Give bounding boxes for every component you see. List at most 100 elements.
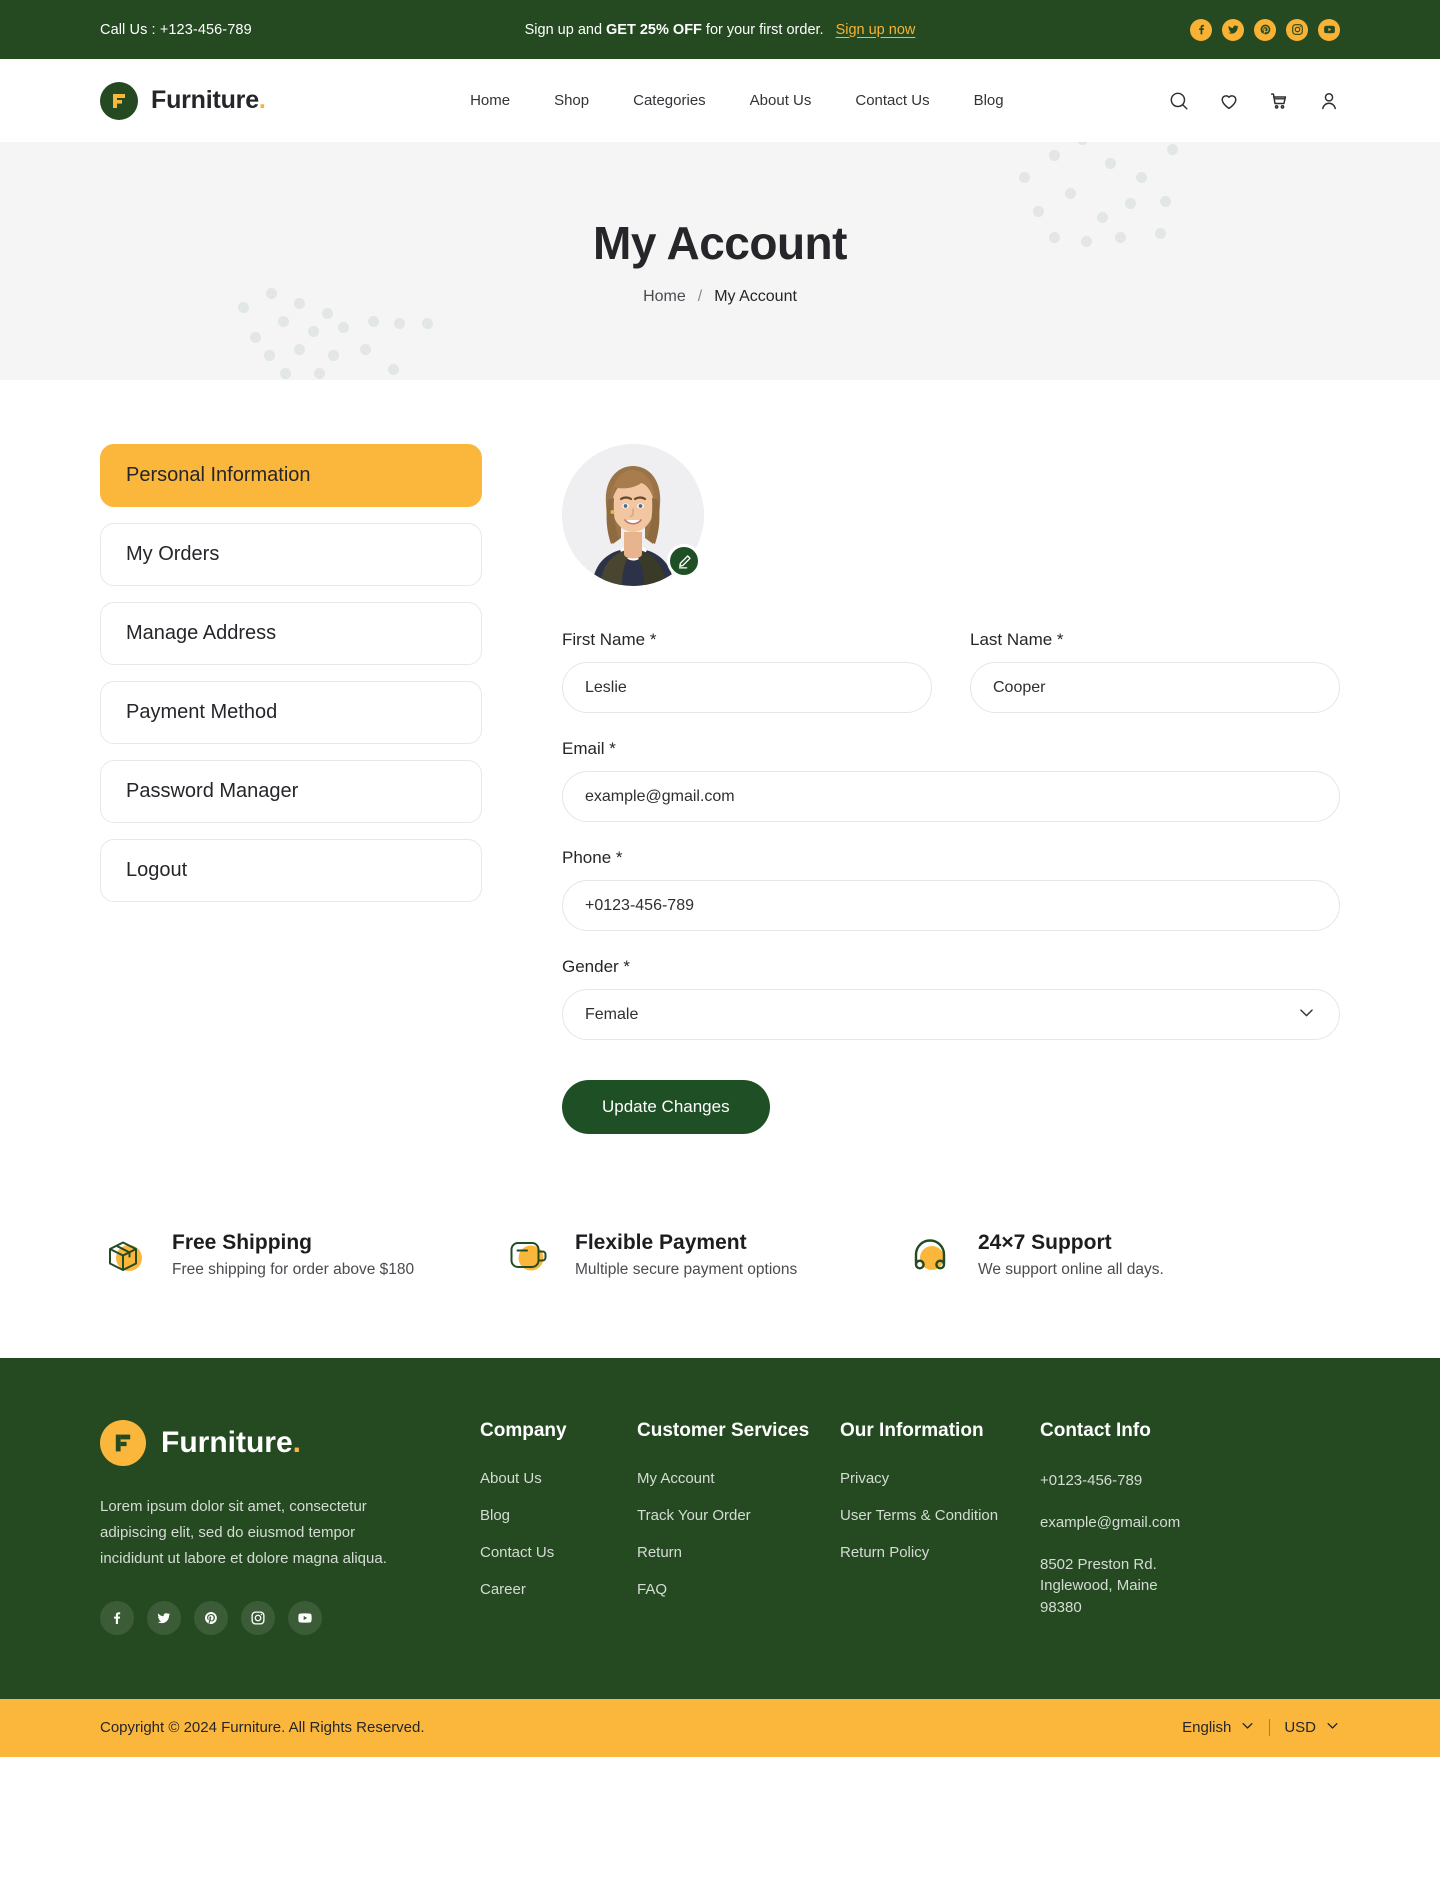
footer-logo[interactable]: Furniture. [100,1420,480,1466]
feature-text: Flexible Payment Multiple secure payment… [575,1231,797,1279]
pinterest-icon[interactable] [194,1601,228,1636]
footer-contact-phone[interactable]: +0123-456-789 [1040,1470,1340,1492]
footer-contact-email[interactable]: example@gmail.com [1040,1512,1340,1534]
call-us-text: Call Us : +123-456-789 [100,22,252,38]
sidebar-item-my-orders[interactable]: My Orders [100,523,482,586]
sidebar-item-payment-method[interactable]: Payment Method [100,681,482,744]
site-header: Furniture. Home Shop Categories About Us… [0,59,1440,142]
footer-column-customer-services: Customer Services My Account Track Your … [637,1420,840,1618]
footer-link-user-terms[interactable]: User Terms & Condition [840,1507,1040,1524]
feature-support: 24×7 Support We support online all days. [906,1230,1309,1280]
gender-select-wrapper [562,989,1340,1040]
phone-input[interactable] [562,880,1340,931]
gender-select[interactable] [562,989,1340,1040]
search-icon[interactable] [1168,90,1190,112]
chevron-down-icon [1325,1718,1340,1737]
footer-link-track-your-order[interactable]: Track Your Order [637,1507,840,1524]
nav-item-shop[interactable]: Shop [554,92,589,109]
last-name-label: Last Name * [970,630,1064,649]
pinterest-icon[interactable] [1254,18,1276,41]
feature-free-shipping: Free Shipping Free shipping for order ab… [100,1230,503,1280]
sidebar-item-label: My Orders [126,543,220,565]
first-name-input[interactable] [562,662,932,713]
promo-suffix: for your first order. [705,21,824,38]
currency-selector[interactable]: USD [1284,1718,1340,1737]
feature-text: 24×7 Support We support online all days. [978,1231,1164,1279]
language-value: English [1182,1719,1232,1737]
page-hero: My Account Home / My Account [0,142,1440,380]
breadcrumb: Home / My Account [643,288,797,306]
sidebar-item-manage-address[interactable]: Manage Address [100,602,482,665]
nav-item-contact-us[interactable]: Contact Us [855,92,929,109]
wishlist-heart-icon[interactable] [1218,90,1240,112]
email-group: Email * [562,739,1340,822]
decorative-dots-bottom-left [230,288,450,380]
footer-column-contact-info: Contact Info +0123-456-789 example@gmail… [1040,1420,1340,1639]
locale-selectors: English USD [1182,1718,1340,1737]
header-action-icons [1168,90,1340,112]
twitter-icon[interactable] [147,1601,181,1636]
footer-link-contact-us[interactable]: Contact Us [480,1544,637,1561]
decorative-dots-top-right [1005,142,1185,247]
locale-divider [1269,1719,1271,1737]
twitter-icon[interactable] [1222,18,1244,41]
footer-brand-block: Furniture. Lorem ipsum dolor sit amet, c… [100,1420,480,1636]
footer-column-our-information: Our Information Privacy User Terms & Con… [840,1420,1040,1581]
footer-link-privacy[interactable]: Privacy [840,1470,1040,1487]
account-page: Call Us : +123-456-789 Sign up and GET 2… [0,0,1440,1757]
site-logo[interactable]: Furniture. [100,81,266,120]
cart-icon[interactable] [1268,90,1290,112]
account-main: Personal Information My Orders Manage Ad… [100,380,1340,1230]
email-label: Email * [562,739,616,758]
footer-logo-word: Furniture [161,1426,293,1459]
call-us-phone[interactable]: +123-456-789 [160,22,252,38]
footer-link-return[interactable]: Return [637,1544,840,1561]
instagram-icon[interactable] [1286,18,1308,41]
footer-link-blog[interactable]: Blog [480,1507,637,1524]
nav-item-about-us[interactable]: About Us [750,92,812,109]
promo-discount: GET 25% OFF [606,21,702,38]
breadcrumb-separator: / [697,288,703,305]
footer-link-about-us[interactable]: About Us [480,1470,637,1487]
facebook-icon[interactable] [100,1601,134,1636]
youtube-icon[interactable] [288,1601,322,1636]
update-changes-button[interactable]: Update Changes [562,1080,770,1134]
nav-item-blog[interactable]: Blog [974,92,1004,109]
edit-avatar-icon[interactable] [667,544,701,578]
footer-contact-address: 8502 Preston Rd. Inglewood, Maine 98380 [1040,1555,1158,1617]
footer-logo-dot: . [292,1426,302,1459]
sidebar-item-personal-information[interactable]: Personal Information [100,444,482,507]
footer-link-career[interactable]: Career [480,1581,637,1598]
email-input[interactable] [562,771,1340,822]
promo-prefix: Sign up and [524,21,603,38]
footer-link-my-account[interactable]: My Account [637,1470,840,1487]
footer-link-return-policy[interactable]: Return Policy [840,1544,1040,1561]
footer-logo-text: Furniture. [161,1426,301,1460]
promo-message: Sign up and GET 25% OFF for your first o… [525,22,916,38]
nav-item-home[interactable]: Home [470,92,510,109]
breadcrumb-current: My Account [714,288,797,305]
chevron-down-icon [1240,1718,1255,1737]
topbar-social-list [1190,18,1340,41]
footer-column-heading: Customer Services [637,1420,810,1441]
sidebar-item-logout[interactable]: Logout [100,839,482,902]
feature-title: 24×7 Support [978,1231,1112,1254]
sign-up-now-link[interactable]: Sign up now [836,22,916,38]
footer-column-heading: Our Information [840,1420,984,1441]
gender-label: Gender * [562,957,631,976]
feature-subtitle: Multiple secure payment options [575,1261,798,1278]
nav-item-categories[interactable]: Categories [633,92,706,109]
sidebar-item-label: Logout [126,859,188,881]
breadcrumb-home[interactable]: Home [643,288,686,306]
facebook-icon[interactable] [1190,18,1212,41]
instagram-icon[interactable] [241,1601,275,1636]
youtube-icon[interactable] [1318,18,1340,41]
user-account-icon[interactable] [1318,90,1340,112]
last-name-input[interactable] [970,662,1340,713]
sidebar-item-password-manager[interactable]: Password Manager [100,760,482,823]
feature-flexible-payment: Flexible Payment Multiple secure payment… [503,1230,906,1280]
feature-subtitle: Free shipping for order above $180 [172,1261,415,1278]
language-selector[interactable]: English [1182,1718,1255,1737]
footer-link-faq[interactable]: FAQ [637,1581,840,1598]
footer-logo-mark-icon [100,1420,146,1466]
